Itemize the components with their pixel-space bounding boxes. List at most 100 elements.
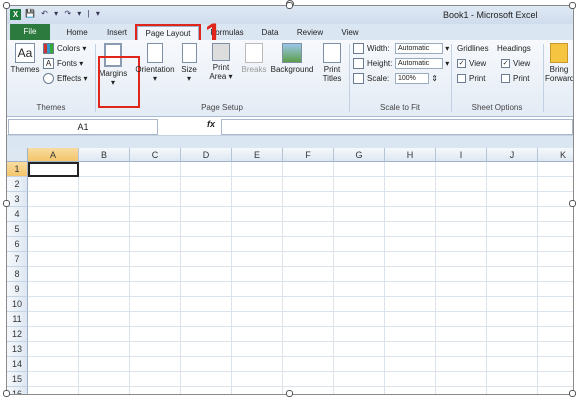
headings-view-checkbox[interactable]: ✓ View — [501, 58, 530, 69]
column-header-b[interactable]: B — [79, 148, 130, 162]
grid-column-line — [486, 162, 487, 394]
headings-print-checkbox[interactable]: Print — [501, 73, 529, 84]
effects-button[interactable]: Effects ▾ — [43, 73, 88, 85]
resize-handle[interactable] — [569, 2, 576, 9]
resize-handle[interactable] — [286, 390, 293, 397]
formula-input[interactable] — [221, 119, 573, 135]
gridlines-view-checkbox[interactable]: ✓ View — [457, 58, 486, 69]
grid-row-line — [28, 386, 573, 387]
breaks-button[interactable]: Breaks — [239, 43, 269, 74]
headings-heading: Headings — [497, 44, 531, 53]
group-label-sheet-options: Sheet Options — [471, 103, 523, 112]
grid-row-line — [28, 326, 573, 327]
width-dropdown[interactable]: Automatic — [395, 43, 443, 55]
gridlines-heading: Gridlines — [457, 44, 489, 53]
grid-column-line — [537, 162, 538, 394]
grid-column-line — [231, 162, 232, 394]
page-size-icon — [181, 43, 197, 63]
row-header-13[interactable]: 13 — [7, 342, 28, 357]
height-control[interactable]: Height: Automatic ▾ — [353, 58, 449, 70]
effects-icon — [43, 73, 54, 85]
highlight-margins — [98, 56, 140, 108]
headings-print-label: Print — [513, 74, 530, 83]
fonts-button[interactable]: A Fonts ▾ — [43, 58, 83, 70]
background-button[interactable]: Background — [269, 43, 315, 74]
scale-control[interactable]: Scale: 100% ⇕ — [353, 73, 438, 85]
scale-spinner[interactable]: 100% — [395, 73, 429, 85]
checkbox-icon — [457, 74, 466, 84]
resize-handle[interactable] — [569, 390, 576, 397]
selected-cell-a1[interactable] — [28, 162, 79, 177]
column-header-h[interactable]: H — [385, 148, 436, 162]
row-header-3[interactable]: 3 — [7, 192, 28, 207]
row-header-15[interactable]: 15 — [7, 372, 28, 387]
resize-handle[interactable] — [3, 2, 10, 9]
gridlines-view-label: View — [469, 59, 487, 68]
colors-button[interactable]: Colors ▾ — [43, 43, 86, 55]
row-header-5[interactable]: 5 — [7, 222, 28, 237]
column-header-f[interactable]: F — [283, 148, 334, 162]
quick-access-toolbar[interactable]: 💾 ↶ ▾ ↷ ▾ | ▾ — [25, 9, 102, 18]
resize-handle[interactable] — [286, 2, 293, 9]
column-header-d[interactable]: D — [181, 148, 232, 162]
gridlines-print-checkbox[interactable]: Print — [457, 73, 485, 84]
themes-label: Themes — [10, 65, 40, 74]
print-titles-button[interactable]: Print Titles — [317, 43, 347, 83]
themes-icon: Aa — [15, 43, 35, 63]
gridlines-print-label: Print — [469, 74, 486, 83]
print-area-button[interactable]: Print Area ▾ — [205, 43, 237, 81]
column-header-c[interactable]: C — [130, 148, 181, 162]
height-dropdown[interactable]: Automatic — [395, 58, 443, 70]
print-titles-label: Print Titles — [322, 65, 342, 83]
bring-forward-button[interactable]: Bring Forward — [545, 43, 573, 83]
grid-row-line — [28, 356, 573, 357]
row-header-12[interactable]: 12 — [7, 327, 28, 342]
themes-button[interactable]: Aa Themes — [10, 43, 40, 74]
tab-file[interactable]: File — [10, 24, 50, 40]
checkbox-icon — [501, 74, 510, 84]
tab-data[interactable]: Data — [255, 26, 285, 40]
orientation-button[interactable]: Orientation ▾ — [135, 43, 175, 83]
resize-handle[interactable] — [3, 390, 10, 397]
background-picture-icon — [282, 43, 302, 63]
tab-home[interactable]: Home — [57, 26, 97, 40]
ribbon-gap — [7, 136, 573, 148]
column-header-k[interactable]: K — [538, 148, 573, 162]
size-button[interactable]: Size ▾ — [177, 43, 201, 83]
row-header-14[interactable]: 14 — [7, 357, 28, 372]
column-header-a[interactable]: A — [28, 148, 79, 162]
row-header-9[interactable]: 9 — [7, 282, 28, 297]
row-header-4[interactable]: 4 — [7, 207, 28, 222]
tab-review[interactable]: Review — [291, 26, 329, 40]
height-icon — [353, 58, 364, 70]
row-header-10[interactable]: 10 — [7, 297, 28, 312]
tab-insert[interactable]: Insert — [99, 26, 135, 40]
width-control[interactable]: Width: Automatic ▾ — [353, 43, 449, 55]
bring-forward-icon — [550, 43, 568, 63]
grid-row-line — [28, 236, 573, 237]
row-header-1[interactable]: 1 — [7, 162, 28, 177]
row-header-2[interactable]: 2 — [7, 177, 28, 192]
resize-handle[interactable] — [3, 200, 10, 207]
column-header-j[interactable]: J — [487, 148, 538, 162]
row-header-6[interactable]: 6 — [7, 237, 28, 252]
select-all-corner[interactable] — [7, 148, 28, 162]
name-box[interactable]: A1 — [8, 119, 158, 135]
column-header-e[interactable]: E — [232, 148, 283, 162]
row-header-16[interactable]: 16 — [7, 387, 28, 394]
orientation-icon — [147, 43, 163, 63]
row-header-7[interactable]: 7 — [7, 252, 28, 267]
grid-column-line — [129, 162, 130, 394]
column-header-i[interactable]: I — [436, 148, 487, 162]
row-header-11[interactable]: 11 — [7, 312, 28, 327]
grid-column-line — [282, 162, 283, 394]
excel-app-icon[interactable]: X — [10, 9, 21, 20]
resize-handle[interactable] — [569, 200, 576, 207]
insert-function-icon[interactable]: fx — [207, 119, 215, 129]
spreadsheet-grid[interactable]: A B C D E F G H I J K 1 2 3 4 5 6 7 8 9 10 11 12 13 14 15 16 — [7, 148, 573, 394]
tab-view[interactable]: View — [335, 26, 365, 40]
column-header-g[interactable]: G — [334, 148, 385, 162]
width-label: Width: — [367, 44, 390, 53]
grid-row-line — [28, 311, 573, 312]
row-header-8[interactable]: 8 — [7, 267, 28, 282]
